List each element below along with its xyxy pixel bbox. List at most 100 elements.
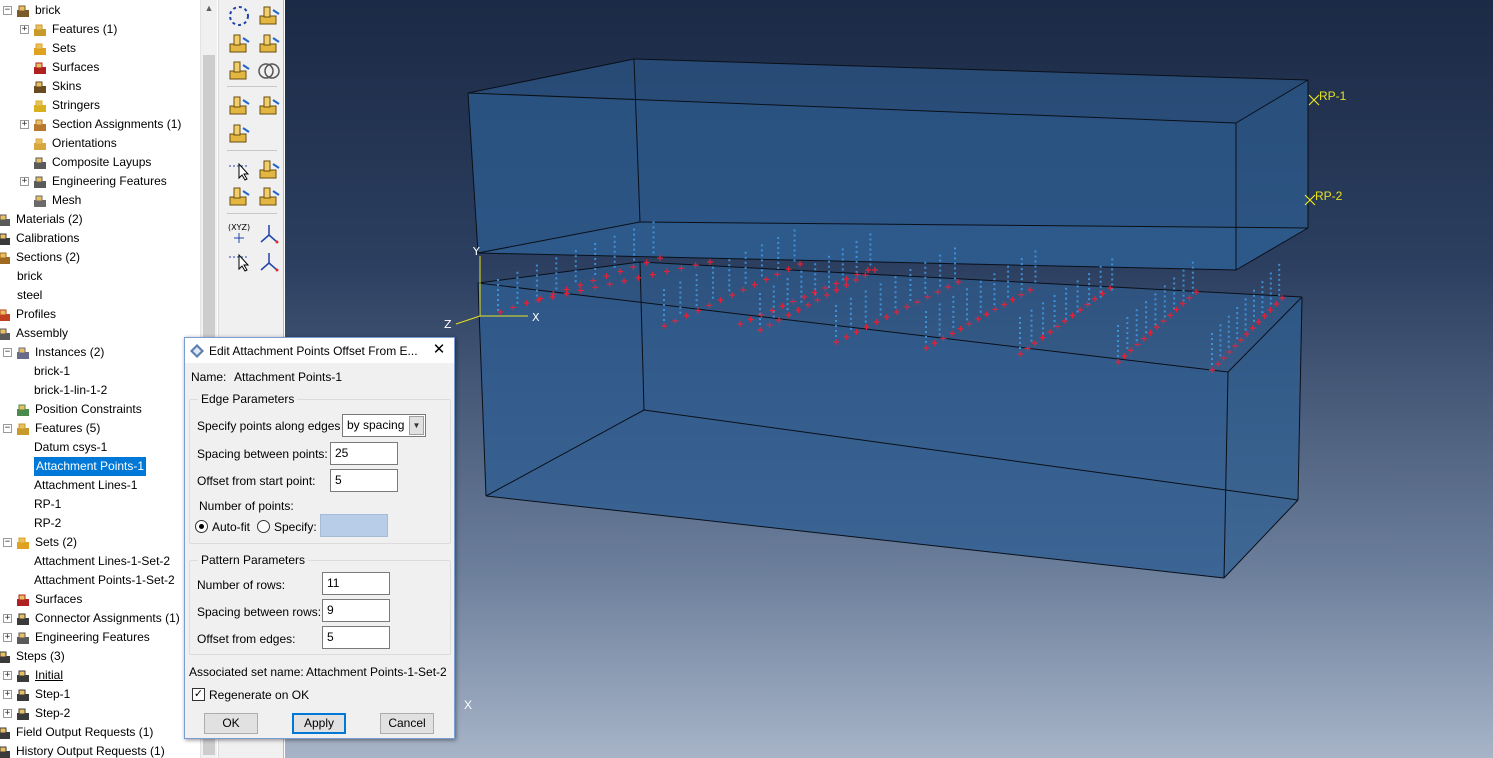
specify-count-input[interactable]	[320, 514, 388, 537]
attachment-lines-icon[interactable]	[227, 185, 251, 209]
tree-item[interactable]: Attachment Points-1-Set-2	[20, 571, 175, 590]
tree-item[interactable]: Attachment Lines-1	[20, 476, 137, 495]
viewport[interactable]: Y X Z RP-1 RP-2	[285, 0, 1493, 758]
tree-item[interactable]: Calibrations	[0, 229, 79, 248]
tree-item[interactable]: Orientations	[20, 134, 117, 153]
tree-item[interactable]: Sections (2)	[0, 248, 80, 267]
rows-input[interactable]: 11	[322, 572, 390, 595]
tree-item[interactable]: Position Constraints	[3, 400, 142, 419]
tree-item[interactable]: brick-1	[20, 362, 70, 381]
close-icon[interactable]: ✕	[428, 339, 450, 361]
tree-item[interactable]: + Engineering Features	[3, 628, 150, 647]
attachment-point	[1065, 302, 1068, 305]
tree-item[interactable]: Attachment Points-1	[20, 457, 147, 476]
tree-item[interactable]: Steps (3)	[0, 647, 65, 666]
reference-point-icon[interactable]	[257, 158, 281, 182]
set-tool-icon[interactable]	[257, 185, 281, 209]
tree-item[interactable]: Surfaces	[3, 590, 82, 609]
expand-icon[interactable]: +	[3, 633, 12, 642]
tree-item[interactable]: − brick	[3, 1, 60, 20]
tree-item[interactable]: Mesh	[20, 191, 81, 210]
expand-icon[interactable]: +	[20, 120, 29, 129]
tree-item[interactable]: Materials (2)	[0, 210, 83, 229]
offset-edges-input[interactable]: 5	[322, 626, 390, 649]
attachment-point	[516, 281, 519, 284]
attachment-point	[864, 290, 867, 293]
expand-icon[interactable]: +	[3, 614, 12, 623]
tree-item[interactable]: Surfaces	[20, 58, 99, 77]
expand-icon[interactable]: +	[3, 690, 12, 699]
boolean-merge-icon[interactable]	[257, 59, 281, 83]
attachment-point	[1211, 338, 1213, 340]
tree-item[interactable]: steel	[3, 286, 42, 305]
expand-icon[interactable]: +	[20, 177, 29, 186]
attachment-point	[979, 280, 982, 283]
spacing-input[interactable]: 25	[330, 442, 398, 465]
attachment-point	[777, 256, 780, 259]
datum-plane-icon[interactable]	[257, 32, 281, 56]
tree-item[interactable]: − Sets (2)	[3, 533, 77, 552]
tree-item[interactable]: RP-2	[20, 514, 61, 533]
tree-item[interactable]: + Step-2	[3, 704, 70, 723]
tree-item[interactable]: Assembly	[0, 324, 68, 343]
collapse-icon[interactable]: −	[3, 538, 12, 547]
collapse-icon[interactable]: −	[3, 6, 12, 15]
cancel-button[interactable]: Cancel	[380, 713, 434, 734]
tree-item[interactable]: Field Output Requests (1)	[0, 723, 153, 742]
query-tool-icon[interactable]	[227, 158, 251, 182]
attachment-point	[800, 280, 803, 283]
attachment-points-icon[interactable]	[227, 59, 251, 83]
attachment-point	[1253, 314, 1255, 317]
attachment-point	[574, 270, 577, 273]
datum-csys-icon[interactable]	[257, 221, 281, 245]
attachment-point	[894, 301, 897, 304]
ok-button[interactable]: OK	[204, 713, 258, 734]
apply-button[interactable]: Apply	[292, 713, 346, 734]
dialog-titlebar[interactable]: Edit Attachment Points Offset From E... …	[185, 338, 454, 363]
translate-icon[interactable]	[227, 249, 251, 273]
tree-item[interactable]: Attachment Lines-1-Set-2	[20, 552, 170, 571]
tree-item[interactable]: brick-1-lin-1-2	[20, 381, 107, 400]
tree-item[interactable]: + Initial	[3, 666, 63, 685]
partition-cell-icon[interactable]	[227, 4, 251, 28]
scroll-up-arrow-icon[interactable]: ▲	[201, 0, 217, 17]
tree-item[interactable]: + Features (1)	[20, 20, 117, 39]
tree-item[interactable]: + Step-1	[3, 685, 70, 704]
rotate-icon[interactable]	[257, 249, 281, 273]
tree-item[interactable]: Sets	[20, 39, 76, 58]
attachment-point	[841, 278, 844, 281]
regenerate-checkbox[interactable]: ✓	[192, 688, 205, 701]
tree-item[interactable]: + Engineering Features	[20, 172, 167, 191]
datum-point-icon[interactable]	[257, 4, 281, 28]
specify-radio[interactable]	[257, 520, 270, 533]
tree-item[interactable]: Datum csys-1	[20, 438, 107, 457]
tree-item[interactable]: Stringers	[20, 96, 100, 115]
tree-item[interactable]: − Instances (2)	[3, 343, 104, 362]
datum-axis-icon[interactable]	[227, 32, 251, 56]
tree-item[interactable]: + Section Assignments (1)	[20, 115, 181, 134]
feature-move-icon[interactable]	[257, 94, 281, 118]
chevron-down-icon[interactable]: ▼	[409, 416, 424, 435]
expand-icon[interactable]: +	[3, 671, 12, 680]
tree-item[interactable]: brick	[3, 267, 42, 286]
tree-item[interactable]: Skins	[20, 77, 81, 96]
autofit-radio[interactable]	[195, 520, 208, 533]
tree-item[interactable]: + Connector Assignments (1)	[3, 609, 180, 628]
expand-icon[interactable]: +	[20, 25, 29, 34]
edit-feature-icon[interactable]	[227, 122, 251, 146]
tree-item[interactable]: Profiles	[0, 305, 56, 324]
offset-start-input[interactable]: 5	[330, 469, 398, 492]
expand-icon[interactable]: +	[3, 709, 12, 718]
collapse-icon[interactable]: −	[3, 348, 12, 357]
csys-icon[interactable]: (XYZ)	[227, 221, 251, 245]
collapse-icon[interactable]: −	[3, 424, 12, 433]
specify-points-combo[interactable]: by spacing ▼	[342, 414, 426, 437]
tree-item[interactable]: RP-1	[20, 495, 61, 514]
row-spacing-input[interactable]: 9	[322, 599, 390, 622]
attachment-point	[1020, 268, 1023, 271]
tree-item[interactable]: − Features (5)	[3, 419, 100, 438]
create-feature-icon[interactable]	[227, 94, 251, 118]
tree-item[interactable]: History Output Requests (1)	[0, 742, 165, 758]
attachment-point	[800, 290, 803, 293]
tree-item[interactable]: Composite Layups	[20, 153, 151, 172]
